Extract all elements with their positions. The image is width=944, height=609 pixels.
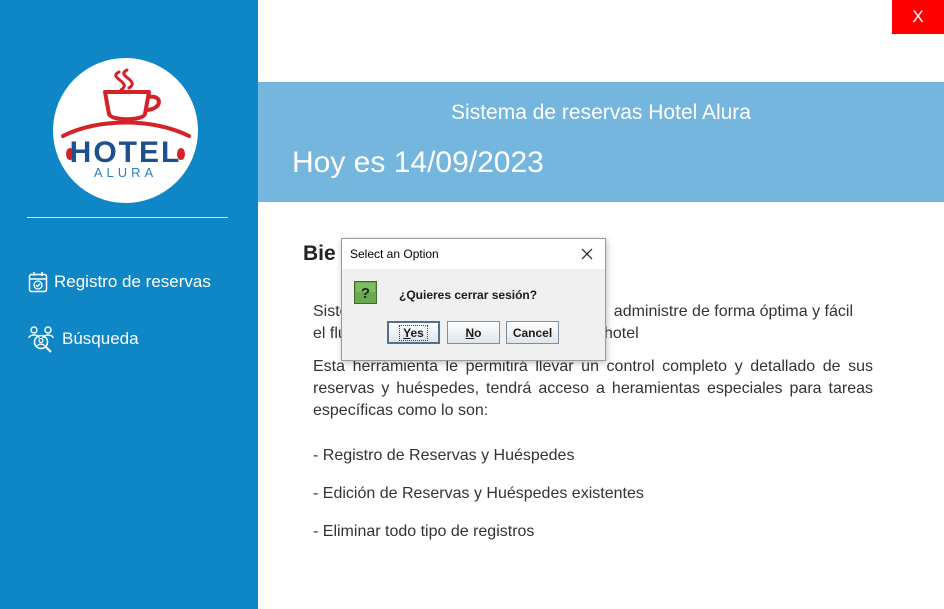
dialog-title: Select an Option: [350, 247, 439, 261]
sidebar-item-label: Registro de reservas: [54, 272, 211, 291]
welcome-heading: Bie: [303, 242, 336, 265]
no-button[interactable]: No: [447, 321, 500, 344]
header-banner: Sistema de reservas Hotel Alura Hoy es 1…: [258, 82, 944, 202]
calendar-check-icon: [28, 272, 48, 293]
dialog-message: ¿Quieres cerrar sesión?: [399, 288, 538, 302]
logo-text-alura: ALURA: [94, 165, 157, 180]
dialog-close-button[interactable]: [576, 244, 598, 264]
intro-text-fragment: administre de forma óptima y fácil: [613, 303, 853, 320]
sidebar-item-registro[interactable]: Registro de reservas: [28, 268, 211, 296]
yes-label-rest: es: [410, 325, 424, 340]
no-label-rest: o: [474, 325, 482, 340]
sidebar: HOTEL ALURA Registro de reservas Búsqued…: [0, 0, 258, 609]
sidebar-item-label: Búsqueda: [62, 329, 139, 348]
logout-confirm-dialog: Select an Option ? ¿Quieres cerrar sesió…: [341, 238, 606, 361]
description-paragraph: Esta herramienta le permitirá llevar un …: [313, 358, 873, 419]
hotel-alura-logo: HOTEL ALURA: [53, 58, 198, 203]
intro-text-fragment: hotel: [604, 325, 639, 342]
feature-list-item: - Eliminar todo tipo de registros: [313, 523, 535, 540]
sidebar-divider: [27, 217, 228, 218]
cancel-button[interactable]: Cancel: [506, 321, 559, 344]
yes-button[interactable]: Yes: [387, 321, 440, 344]
no-mnemonic: N: [465, 325, 475, 340]
dialog-titlebar[interactable]: Select an Option: [342, 239, 605, 269]
current-date: Hoy es 14/09/2023: [292, 146, 544, 179]
window-close-button[interactable]: X: [892, 0, 944, 34]
logo-graphic: HOTEL ALURA: [61, 68, 191, 180]
feature-list-item: - Registro de Reservas y Huéspedes: [313, 447, 575, 464]
sidebar-item-busqueda[interactable]: Búsqueda: [28, 325, 139, 353]
banner-title: Sistema de reservas Hotel Alura: [451, 101, 751, 124]
question-glyph: ?: [361, 285, 370, 302]
close-icon: [581, 248, 593, 260]
no-button-label: No: [465, 326, 481, 340]
user-search-icon: [28, 326, 54, 353]
feature-list-item: - Edición de Reservas y Huéspedes existe…: [313, 485, 644, 502]
question-icon: ?: [354, 281, 377, 304]
yes-button-label: Yes: [399, 324, 428, 341]
